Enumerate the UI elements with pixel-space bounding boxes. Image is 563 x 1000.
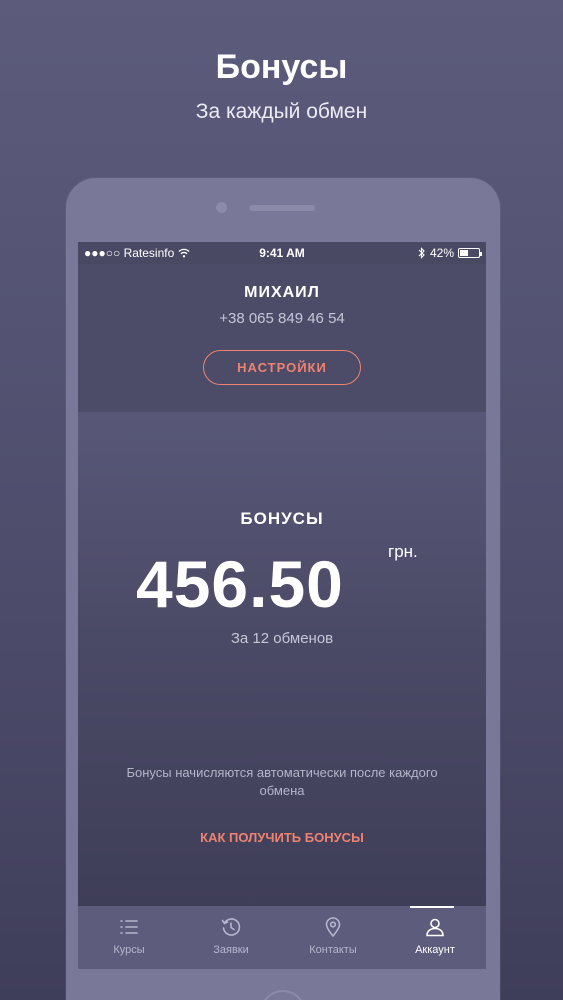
how-to-get-bonuses-link[interactable]: КАК ПОЛУЧИТЬ БОНУСЫ <box>78 830 486 845</box>
promo-subtitle: За каждый обмен <box>195 100 368 123</box>
bonus-section: БОНУСЫ 456.50 грн. За 12 обменов Бонусы … <box>78 412 486 906</box>
tab-requests[interactable]: Заявки <box>180 906 282 969</box>
bluetooth-icon <box>418 247 425 259</box>
tab-label: Аккаунт <box>415 944 455 956</box>
bonus-currency: грн. <box>388 542 418 561</box>
status-bar: ●●●○○ Ratesinfo 9:41 AM 42% <box>78 242 486 264</box>
bonus-amount: 456.50 <box>136 547 344 621</box>
home-button[interactable] <box>260 990 306 1000</box>
tab-label: Заявки <box>213 944 249 956</box>
battery-percent: 42% <box>429 246 454 260</box>
profile-header: МИХАИЛ +38 065 849 46 54 НАСТРОЙКИ <box>78 264 486 412</box>
tab-rates[interactable]: Курсы <box>78 906 180 969</box>
tab-account[interactable]: Аккаунт <box>384 906 486 969</box>
user-icon <box>426 918 444 937</box>
phone-frame: ●●●○○ Ratesinfo 9:41 AM 42% МИХАИЛ +38 0… <box>66 178 500 1000</box>
speaker <box>249 205 315 211</box>
settings-button[interactable]: НАСТРОЙКИ <box>203 350 361 385</box>
tab-contacts[interactable]: Контакты <box>282 906 384 969</box>
bonus-note: Бонусы начисляются автоматически после к… <box>126 765 438 798</box>
camera <box>216 202 227 213</box>
tab-bar: Курсы Заявки Контакты Аккаунт <box>78 906 486 969</box>
app-screen: ●●●○○ Ratesinfo 9:41 AM 42% МИХАИЛ +38 0… <box>78 242 486 969</box>
status-right: 42% <box>418 246 482 260</box>
user-name: МИХАИЛ <box>244 284 320 301</box>
location-pin-icon <box>325 917 341 938</box>
history-icon <box>221 918 241 936</box>
battery-icon <box>458 248 482 258</box>
tab-label: Контакты <box>309 944 357 956</box>
bonus-label: БОНУСЫ <box>240 509 324 528</box>
list-icon <box>120 920 138 934</box>
bonus-exchanges-count: За 12 обменов <box>230 630 334 647</box>
user-phone: +38 065 849 46 54 <box>219 310 345 327</box>
promo-title: Бонусы <box>215 48 348 86</box>
battery-fill <box>460 250 468 256</box>
tab-label: Курсы <box>113 944 145 956</box>
